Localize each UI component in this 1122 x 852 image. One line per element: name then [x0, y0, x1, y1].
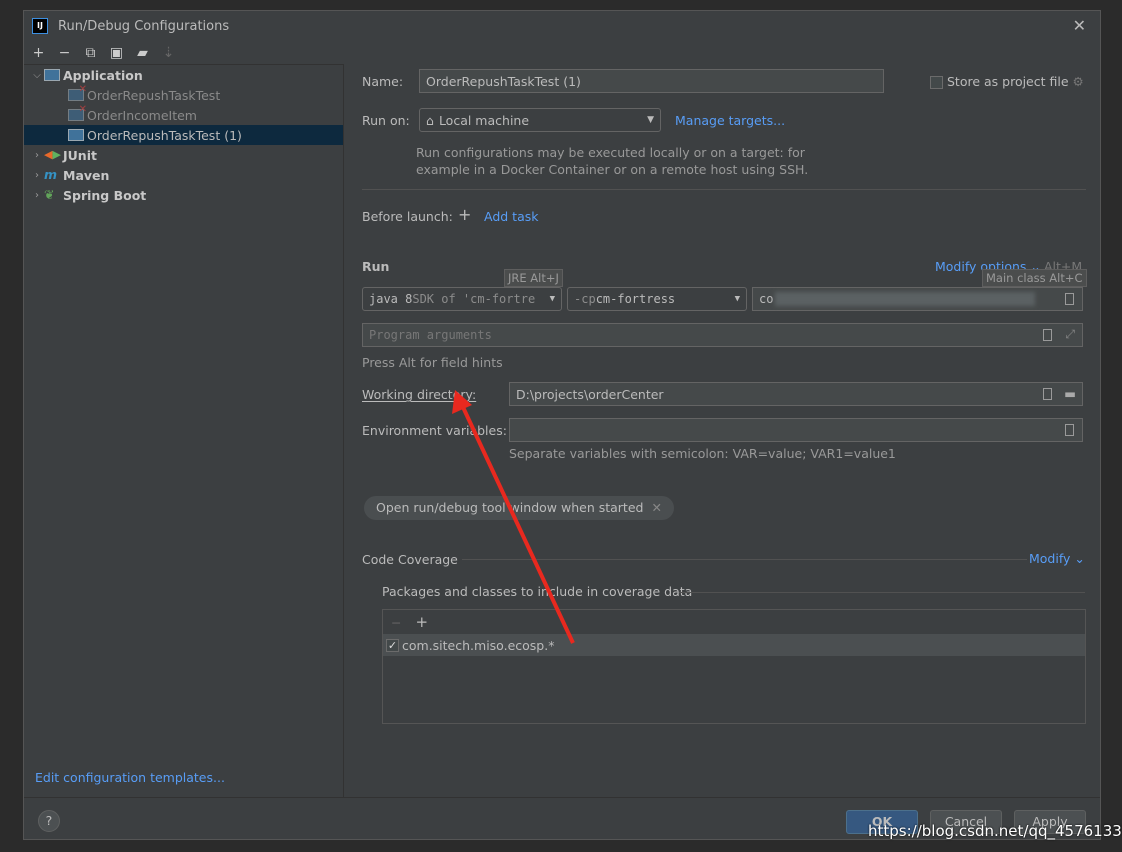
watermark: https://blog.csdn.net/qq_45761335: [868, 822, 1122, 840]
arrow-head: [452, 390, 472, 414]
arrow-shaft: [460, 404, 575, 644]
annotation-arrow: [452, 390, 575, 644]
